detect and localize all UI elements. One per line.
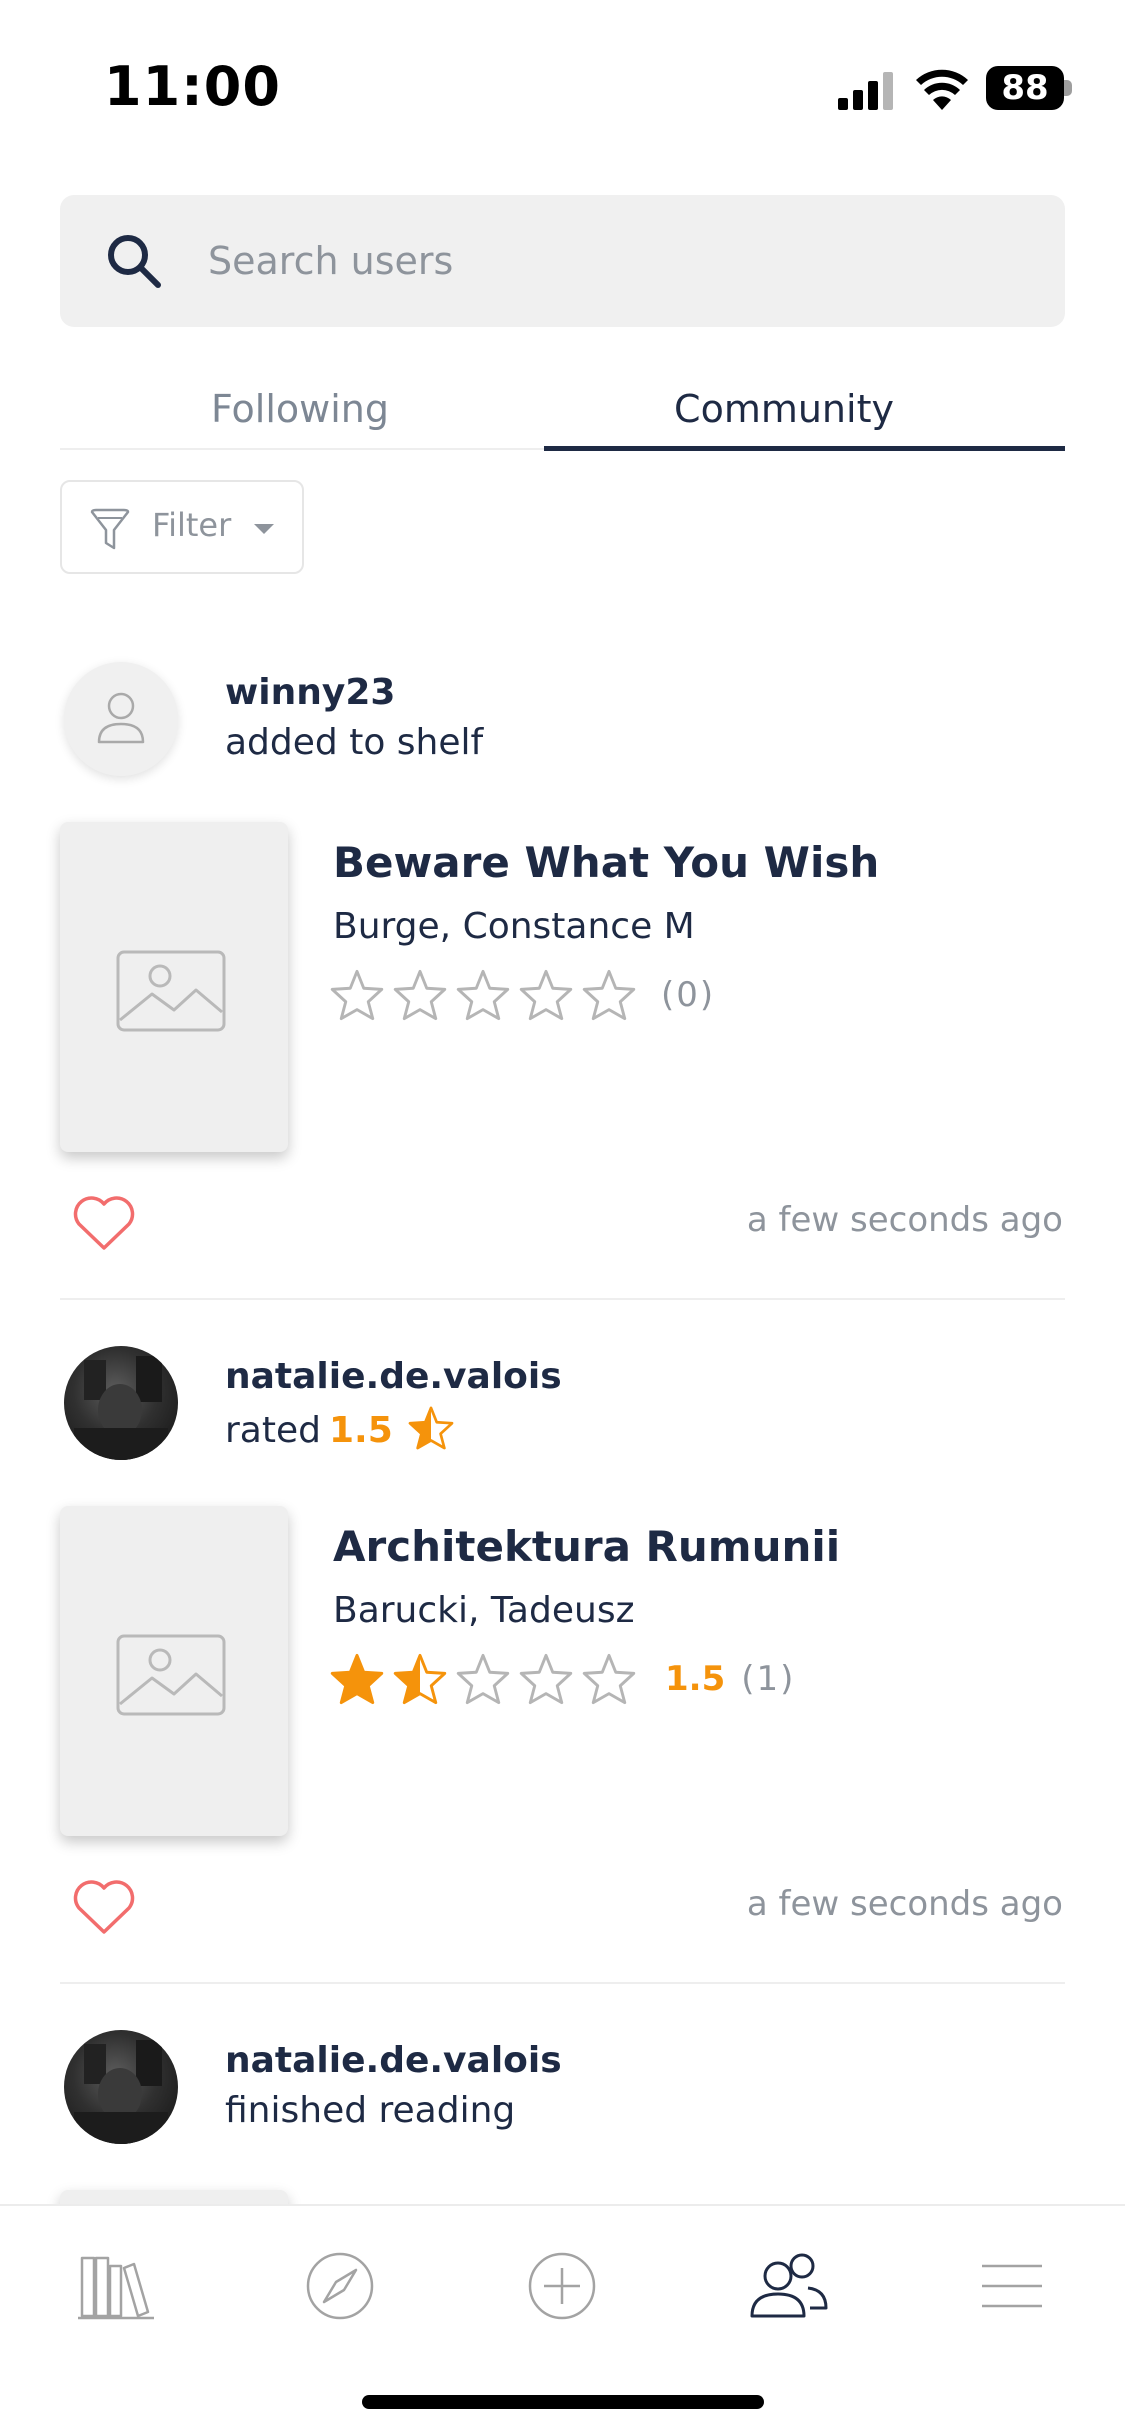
tab-following[interactable]: Following <box>60 374 540 450</box>
rating-count: (1) <box>741 1659 796 1699</box>
search-icon <box>108 235 161 288</box>
star-half-icon <box>393 1653 447 1705</box>
star-empty-icon <box>456 1653 510 1705</box>
menu-icon[interactable] <box>972 2246 1052 2326</box>
activity-verb: rated <box>225 1410 321 1451</box>
avatar-photo <box>74 2040 168 2144</box>
book-cover[interactable] <box>60 1506 288 1836</box>
signal-icon <box>838 72 893 110</box>
heart-icon[interactable] <box>72 1194 136 1252</box>
timestamp: a few seconds ago <box>746 1200 1063 1240</box>
library-icon[interactable] <box>76 2246 156 2326</box>
chevron-down-icon <box>254 524 274 534</box>
add-icon[interactable] <box>522 2246 602 2326</box>
star-rating: 1.5 (1) <box>330 1652 795 1706</box>
activity-text: rated 1.5 <box>225 1406 454 1451</box>
book-author: Barucki, Tadeusz <box>333 1590 635 1631</box>
star-empty-icon <box>456 969 510 1021</box>
divider <box>60 1298 1065 1300</box>
book-cover[interactable] <box>60 822 288 1152</box>
star-empty-icon <box>582 1653 636 1705</box>
star-empty-icon <box>330 969 384 1021</box>
image-placeholder-icon <box>116 950 226 1032</box>
wifi-icon <box>916 69 968 110</box>
average-rating: 1.5 <box>665 1659 726 1699</box>
image-placeholder-icon <box>116 1634 226 1716</box>
status-time: 11:00 <box>104 55 281 118</box>
star-empty-icon <box>393 969 447 1021</box>
avatar[interactable] <box>64 662 178 776</box>
search-bar[interactable] <box>60 195 1065 327</box>
star-empty-icon <box>519 1653 573 1705</box>
activity-text: added to shelf <box>225 722 484 763</box>
home-indicator <box>362 2395 764 2409</box>
username[interactable]: natalie.de.valois <box>225 1356 562 1397</box>
star-filled-icon <box>330 1653 384 1705</box>
avatar-photo <box>74 1356 168 1460</box>
search-input[interactable] <box>208 225 1028 297</box>
half-star-icon <box>408 1406 454 1450</box>
username[interactable]: natalie.de.valois <box>225 2040 562 2081</box>
rating-count: (0) <box>661 975 716 1015</box>
timestamp: a few seconds ago <box>746 1884 1063 1924</box>
avatar[interactable] <box>64 1346 178 1460</box>
battery-indicator: 88 <box>986 66 1064 110</box>
filter-button[interactable]: Filter <box>60 480 304 574</box>
star-empty-icon <box>519 969 573 1021</box>
tabs: Following Community <box>60 360 1065 451</box>
active-tab-indicator <box>544 446 1065 451</box>
activity-text: finished reading <box>225 2090 516 2131</box>
book-title[interactable]: Architektura Rumunii <box>333 1522 840 1571</box>
user-icon <box>97 692 145 744</box>
tab-community[interactable]: Community <box>544 374 1024 450</box>
book-author: Burge, Constance M <box>333 906 695 947</box>
heart-icon[interactable] <box>72 1878 136 1936</box>
filter-icon <box>90 508 130 550</box>
star-rating: (0) <box>330 968 715 1022</box>
divider <box>60 1982 1065 1984</box>
book-title[interactable]: Beware What You Wish <box>333 838 879 887</box>
status-bar: 11:00 88 <box>0 0 1125 175</box>
avatar[interactable] <box>64 2030 178 2144</box>
battery-tip <box>1064 80 1072 96</box>
compass-icon[interactable] <box>300 2246 380 2326</box>
star-empty-icon <box>582 969 636 1021</box>
filter-label: Filter <box>152 506 232 544</box>
username[interactable]: winny23 <box>225 672 395 713</box>
community-icon[interactable] <box>748 2246 828 2326</box>
activity-rating-value: 1.5 <box>328 1410 393 1451</box>
